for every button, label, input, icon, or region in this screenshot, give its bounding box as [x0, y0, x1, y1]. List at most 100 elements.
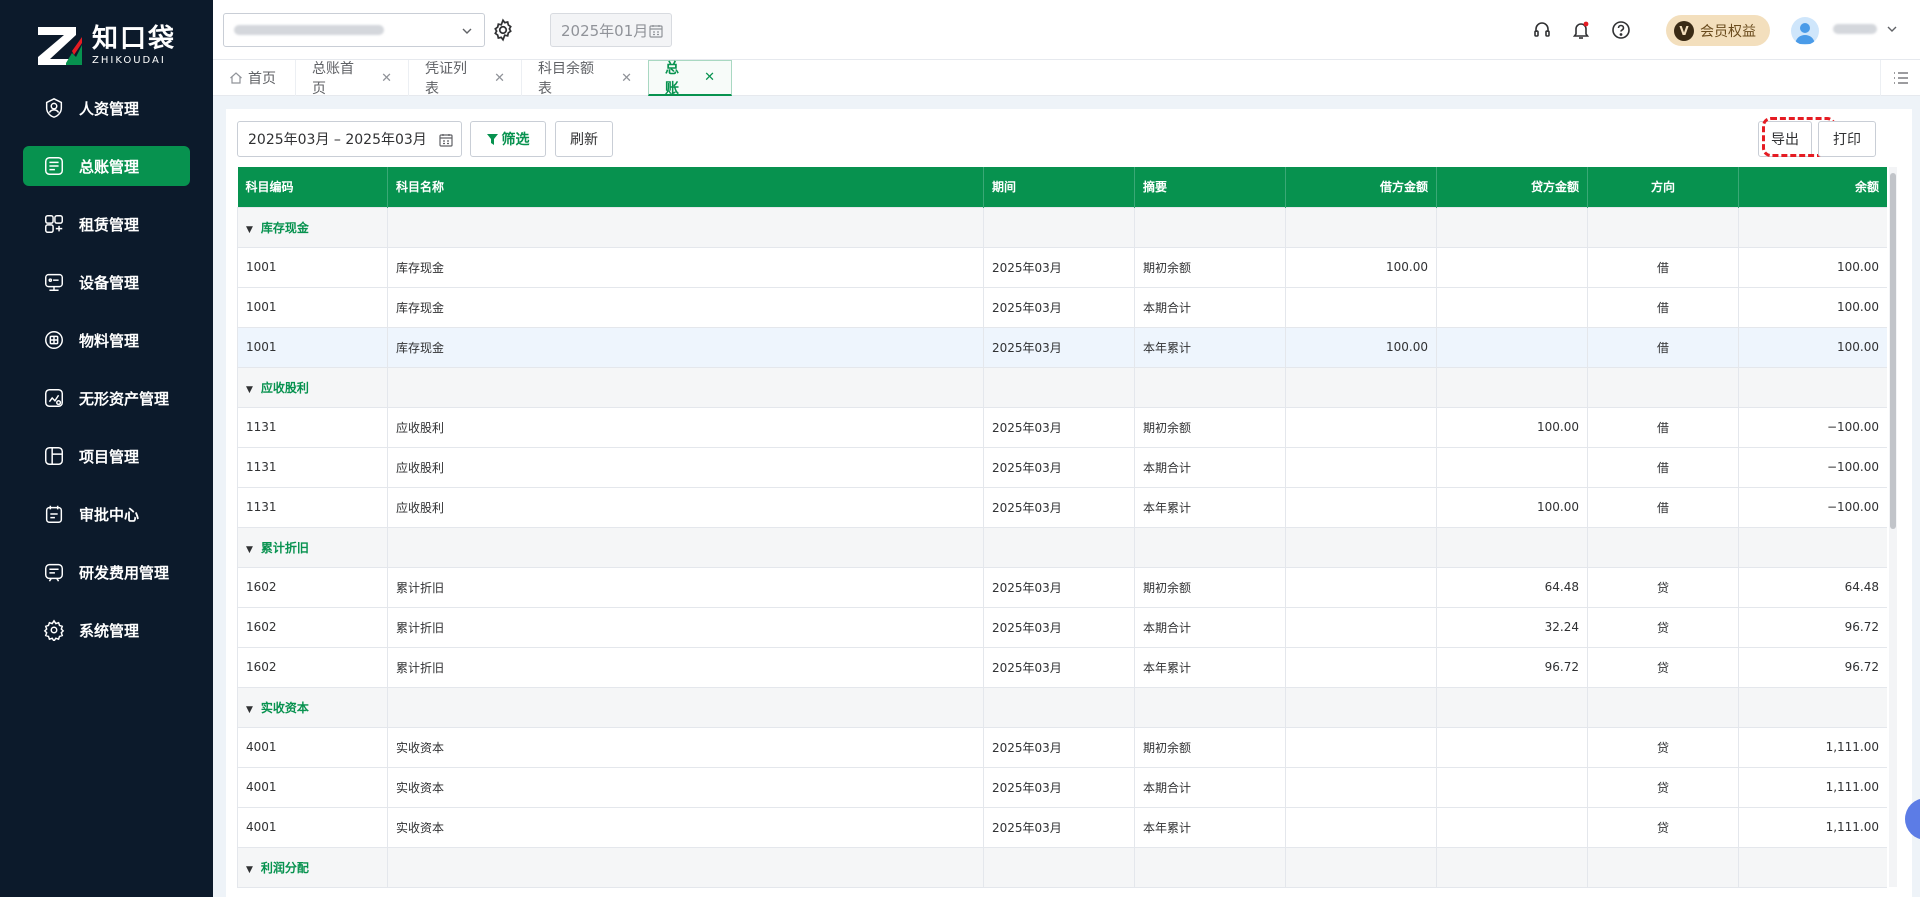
- column-header: 贷方金额: [1436, 167, 1588, 207]
- table-cell: 2025年03月: [983, 726, 1135, 768]
- table-cell: [1285, 566, 1437, 608]
- group-cell: [983, 686, 1135, 728]
- table-row[interactable]: 1602 累计折旧 2025年03月 本期合计 32.24 贷 96.72: [237, 606, 1887, 648]
- table-cell: 1001: [237, 286, 388, 328]
- help-question-icon[interactable]: [1608, 17, 1634, 43]
- app-logo[interactable]: 知口袋 ZHIKOUDAI: [36, 20, 176, 70]
- table-cell: [1285, 446, 1437, 488]
- tab-home[interactable]: 首页: [213, 60, 296, 96]
- table-cell: 本年累计: [1134, 326, 1286, 368]
- table-cell: 96.72: [1436, 646, 1588, 688]
- table-cell: 期初余额: [1134, 246, 1286, 288]
- date-range-value: 2025年03月 – 2025年03月: [248, 132, 427, 148]
- table-cell: 库存现金: [387, 286, 984, 328]
- group-cell: [387, 526, 984, 568]
- group-row[interactable]: ▼ 利润分配: [237, 846, 1887, 888]
- close-icon[interactable]: ✕: [494, 71, 505, 86]
- sidebar-item-lease[interactable]: 租赁管理: [23, 204, 190, 244]
- group-cell: [1285, 686, 1437, 728]
- table-row[interactable]: 1131 应收股利 2025年03月 本期合计 借 −100.00: [237, 446, 1887, 488]
- sidebar-item-ledger[interactable]: 总账管理: [23, 146, 190, 186]
- table-row[interactable]: 1602 累计折旧 2025年03月 期初余额 64.48 贷 64.48: [237, 566, 1887, 608]
- tab-label: 科目余额表: [538, 61, 594, 97]
- table-cell: [1436, 806, 1588, 848]
- sidebar-item-project[interactable]: 项目管理: [23, 436, 190, 476]
- table-cell: 2025年03月: [983, 566, 1135, 608]
- group-cell: [1285, 206, 1437, 248]
- headset-support-icon[interactable]: [1529, 17, 1555, 43]
- group-row[interactable]: ▼ 实收资本: [237, 686, 1887, 728]
- tab-menu-icon[interactable]: [1880, 60, 1920, 96]
- device-icon: [43, 271, 65, 293]
- table-cell: 贷: [1587, 806, 1739, 848]
- table-row[interactable]: 1602 累计折旧 2025年03月 本年累计 96.72 贷 96.72: [237, 646, 1887, 688]
- tab-ledger-home[interactable]: 总账首页 ✕: [296, 60, 409, 97]
- table-cell: 贷: [1587, 566, 1739, 608]
- sidebar-item-system[interactable]: 系统管理: [23, 610, 190, 650]
- sidebar: 知口袋 ZHIKOUDAI 人资管理 总账管理 租赁管理 设备管理 物料管理 无…: [0, 0, 213, 897]
- sidebar-item-intangible-asset[interactable]: 无形资产管理: [23, 378, 190, 418]
- scrollbar-thumb[interactable]: [1890, 173, 1896, 529]
- table-cell: 64.48: [1738, 566, 1887, 608]
- table-cell: −100.00: [1738, 486, 1887, 528]
- group-cell: [387, 846, 984, 888]
- group-cell: [983, 206, 1135, 248]
- vip-benefits-button[interactable]: V 会员权益: [1666, 15, 1770, 46]
- user-name-redacted[interactable]: [1833, 24, 1877, 34]
- table-cell: 4001: [237, 766, 388, 808]
- settings-gear-icon[interactable]: [490, 17, 516, 43]
- close-icon[interactable]: ✕: [704, 70, 715, 85]
- table-row[interactable]: 4001 实收资本 2025年03月 期初余额 贷 1,111.00: [237, 726, 1887, 768]
- group-row[interactable]: ▼ 应收股利: [237, 366, 1887, 408]
- print-button[interactable]: 打印: [1818, 121, 1876, 157]
- tab-general-ledger[interactable]: 总账 ✕: [648, 60, 732, 97]
- sidebar-item-approval[interactable]: 审批中心: [23, 494, 190, 534]
- group-row[interactable]: ▼ 累计折旧: [237, 526, 1887, 568]
- caret-down-icon[interactable]: ▼: [246, 865, 253, 875]
- user-avatar[interactable]: [1791, 17, 1819, 45]
- caret-down-icon[interactable]: ▼: [246, 225, 253, 235]
- group-cell: [1587, 846, 1739, 888]
- ledger-icon: [43, 155, 65, 177]
- chevron-down-icon[interactable]: [1885, 22, 1899, 40]
- table-row[interactable]: 1001 库存现金 2025年03月 本年累计 100.00 借 100.00: [237, 326, 1887, 368]
- column-header: 方向: [1587, 167, 1739, 207]
- table-row[interactable]: 1001 库存现金 2025年03月 期初余额 100.00 借 100.00: [237, 246, 1887, 288]
- table-cell: 本年累计: [1134, 486, 1286, 528]
- period-picker[interactable]: 2025年01月: [550, 13, 672, 47]
- tab-account-balance[interactable]: 科目余额表 ✕: [522, 60, 649, 97]
- table-cell: 贷: [1587, 766, 1739, 808]
- table-row[interactable]: 4001 实收资本 2025年03月 本年累计 贷 1,111.00: [237, 806, 1887, 848]
- table-cell: 32.24: [1436, 606, 1588, 648]
- table-cell: [1285, 646, 1437, 688]
- sidebar-item-device[interactable]: 设备管理: [23, 262, 190, 302]
- caret-down-icon[interactable]: ▼: [246, 545, 253, 555]
- tab-voucher-list[interactable]: 凭证列表 ✕: [409, 60, 522, 97]
- export-button[interactable]: 导出: [1758, 121, 1812, 157]
- table-row[interactable]: 1131 应收股利 2025年03月 本年累计 100.00 借 −100.00: [237, 486, 1887, 528]
- caret-down-icon[interactable]: ▼: [246, 705, 253, 715]
- table-row[interactable]: 1131 应收股利 2025年03月 期初余额 100.00 借 −100.00: [237, 406, 1887, 448]
- filter-button[interactable]: 筛选: [470, 121, 546, 157]
- table-cell: 期初余额: [1134, 406, 1286, 448]
- group-row[interactable]: ▼ 库存现金: [237, 206, 1887, 248]
- table-cell: 64.48: [1436, 566, 1588, 608]
- table-cell: 借: [1587, 326, 1739, 368]
- close-icon[interactable]: ✕: [381, 71, 392, 86]
- table-row[interactable]: 1001 库存现金 2025年03月 本期合计 借 100.00: [237, 286, 1887, 328]
- sidebar-item-material[interactable]: 物料管理: [23, 320, 190, 360]
- company-select[interactable]: [223, 13, 485, 47]
- sidebar-item-rd-expense[interactable]: 研发费用管理: [23, 552, 190, 592]
- table-cell: 2025年03月: [983, 246, 1135, 288]
- table-cell: 1,111.00: [1738, 726, 1887, 768]
- group-cell: [387, 686, 984, 728]
- refresh-button[interactable]: 刷新: [555, 121, 613, 157]
- sidebar-item-hr[interactable]: 人资管理: [23, 88, 190, 128]
- close-icon[interactable]: ✕: [621, 71, 632, 86]
- notification-bell-icon[interactable]: [1568, 17, 1594, 43]
- sidebar-item-label: 物料管理: [79, 331, 140, 350]
- caret-down-icon[interactable]: ▼: [246, 385, 253, 395]
- date-range-picker[interactable]: 2025年03月 – 2025年03月: [237, 121, 462, 157]
- table-row[interactable]: 4001 实收资本 2025年03月 本期合计 贷 1,111.00: [237, 766, 1887, 808]
- group-cell: [1587, 526, 1739, 568]
